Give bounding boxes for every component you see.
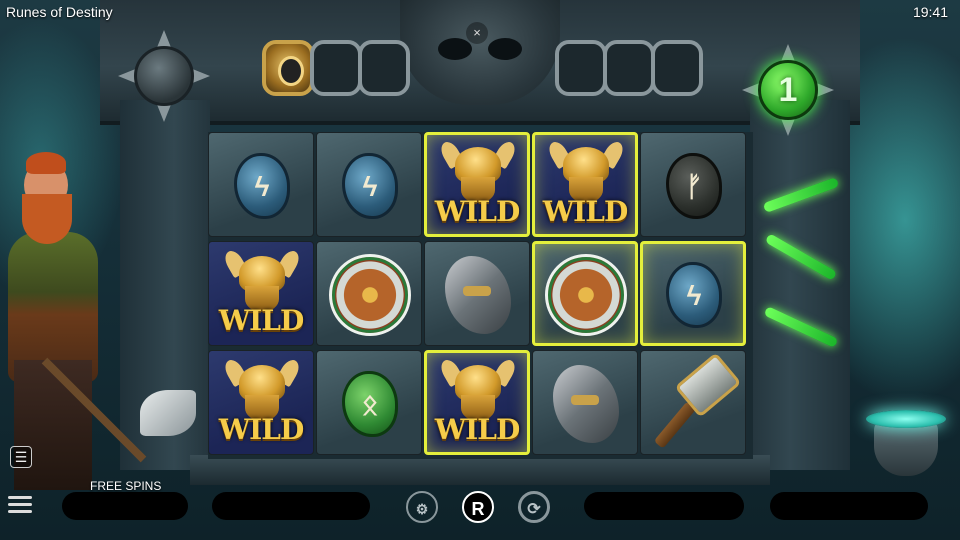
win-display [584, 492, 744, 520]
game-scene: × 1 ϟ WILD WILD ϟ ᛟ WILD WILD WILD ᚠ ϟ Runes of D… [0, 0, 960, 540]
rune-glyph: ϟ [686, 280, 702, 311]
rune-slot-empty [358, 40, 410, 96]
viking-helmet-icon [221, 356, 303, 421]
free-spins-count: 1 [778, 71, 798, 109]
free-spins-counter: 1 [742, 44, 834, 136]
hamburger-icon[interactable] [8, 496, 32, 514]
wild-label: WILD [218, 413, 305, 446]
rune-slot-empty [651, 40, 703, 96]
wild-label: WILD [542, 195, 629, 228]
wild-label: WILD [434, 195, 521, 228]
close-button[interactable]: × [466, 22, 488, 44]
shield-icon [545, 254, 627, 336]
dark-rune-icon: ᚠ [666, 153, 722, 219]
shield-icon [329, 254, 411, 336]
reel-cell-helmet [424, 241, 530, 346]
stone-frame-bottom [190, 455, 770, 485]
status-clock: 19:41 [912, 4, 948, 20]
reel-cell-blue-rune: ϟ [640, 241, 746, 346]
reel-cell-blue-rune: ϟ [316, 132, 422, 237]
coins-gear-icon[interactable]: ⚙ [406, 491, 438, 523]
rune-slot-empty [310, 40, 362, 96]
viking-helmet-icon [221, 247, 303, 312]
rune-glyph: ϟ [362, 171, 378, 202]
reel-cell-shield [316, 241, 422, 346]
reel-cell-wild: WILD [208, 350, 314, 455]
viking-character [0, 152, 196, 530]
spiked-ball-ornament [118, 30, 210, 122]
bet-display [212, 492, 370, 520]
reel-cell-blue-rune: ϟ [208, 132, 314, 237]
reel-cell-shield [532, 241, 638, 346]
rune-slot-empty [603, 40, 655, 96]
replay-icon[interactable]: ⟳ [518, 491, 550, 523]
wild-label: WILD [218, 304, 305, 337]
rune-slot-empty [555, 40, 607, 96]
total-win-display [770, 492, 928, 520]
reel-cell-helmet [532, 350, 638, 455]
cauldron-ornament [866, 410, 946, 480]
reel-cell-wild: WILD [424, 132, 530, 237]
winged-helmet-icon [553, 365, 619, 443]
reel-grid: ϟ WILD WILD ϟ ᛟ WILD WILD WILD ᚠ ϟ [208, 132, 753, 459]
blue-rune-icon: ϟ [666, 262, 722, 328]
app-title: Runes of Destiny [6, 4, 113, 20]
rune-slot-filled [262, 40, 314, 96]
free-spins-label: FREE SPINS [90, 479, 162, 493]
list-icon[interactable]: ☰ [10, 446, 32, 468]
blue-rune-icon: ϟ [342, 153, 398, 219]
stone-frame-right [750, 100, 850, 470]
blue-rune-icon: ϟ [234, 153, 290, 219]
logo-button[interactable]: R [462, 491, 494, 523]
reel-cell-wild: WILD [532, 132, 638, 237]
reel-cell-green-rune: ᛟ [316, 350, 422, 455]
axe-icon [140, 390, 196, 436]
reel-cell-dark-rune: ᚠ [640, 132, 746, 237]
reel-cell-hammer [640, 350, 746, 455]
wild-label: WILD [434, 413, 521, 446]
green-rune-icon: ᛟ [342, 371, 398, 437]
viking-helmet-icon [437, 138, 519, 203]
reel-cell-wild: WILD [424, 350, 530, 455]
balance-display [62, 492, 188, 520]
hammer-handle [653, 401, 697, 449]
viking-helmet-icon [437, 356, 519, 421]
reel-cell-wild: WILD [208, 241, 314, 346]
viking-helmet-icon [545, 138, 627, 203]
winged-helmet-icon [445, 256, 511, 334]
rune-glyph: ᛟ [361, 389, 379, 420]
rune-glyph: ϟ [254, 171, 270, 202]
rune-glyph: ᚠ [685, 171, 703, 202]
